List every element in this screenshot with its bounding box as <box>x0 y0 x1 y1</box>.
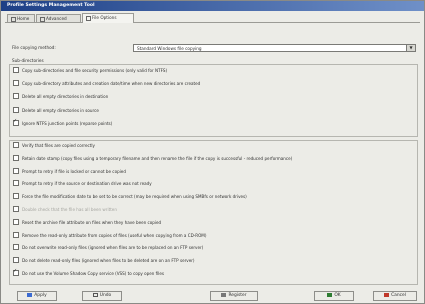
option-row[interactable]: Do not use the Volume Shadow Copy servic… <box>13 268 165 277</box>
apply-icon <box>27 292 33 297</box>
option-row[interactable]: Ignore NTFS junction points (reparse poi… <box>13 118 113 127</box>
file-options-icon <box>86 15 91 21</box>
copying-method-value: Standard Windows file copying <box>137 46 202 51</box>
option-row[interactable]: Reset the archive file attribute on file… <box>13 218 162 226</box>
option-row[interactable]: Prompt to retry if the source or destina… <box>13 180 152 187</box>
option-label: Do not use the Volume Shadow Copy servic… <box>22 271 165 276</box>
home-icon <box>11 16 16 22</box>
option-row[interactable]: Double check that the file has all been … <box>13 206 117 213</box>
option-row[interactable]: Remove the read-only attribute from copi… <box>13 231 207 239</box>
option-checkbox[interactable] <box>13 257 19 264</box>
register-button[interactable]: Register <box>210 291 258 301</box>
option-checkbox[interactable] <box>13 154 19 161</box>
option-checkbox[interactable] <box>13 244 19 251</box>
option-label: Do not delete read-only files (ignored w… <box>22 258 195 264</box>
option-label: Ignore NTFS junction points (reparse poi… <box>22 120 113 126</box>
option-label: Retain date stamp (copy files using a te… <box>22 155 293 161</box>
apply-button[interactable]: Apply <box>17 291 57 301</box>
chevron-down-icon[interactable]: ▼ <box>406 45 415 51</box>
option-checkbox[interactable] <box>13 193 19 200</box>
option-checkbox[interactable] <box>13 67 19 73</box>
option-checkbox[interactable] <box>13 206 19 212</box>
tab-file-options[interactable]: File Options <box>82 13 134 23</box>
option-checkbox[interactable] <box>13 106 19 113</box>
cancel-button[interactable]: Cancel <box>373 291 417 301</box>
option-checkbox[interactable] <box>13 142 19 148</box>
option-label: Reset the archive file attribute on file… <box>22 219 162 225</box>
title-bar[interactable]: Profile Settings Management Tool <box>1 1 424 11</box>
copying-method-label: File copying method: <box>12 45 56 50</box>
option-label: Prompt to retry if the source or destina… <box>22 181 152 187</box>
option-checkbox[interactable] <box>13 268 19 276</box>
option-checkbox[interactable] <box>13 231 19 238</box>
option-row[interactable]: Copy sub-directories and file security p… <box>13 67 168 74</box>
option-label: Delete all empty directories in destinat… <box>22 94 109 100</box>
tab-advanced[interactable]: Advanced <box>36 14 81 22</box>
option-row[interactable]: Verify that files are copied correctly <box>13 142 95 149</box>
option-label: Force the file modification date to be s… <box>22 194 247 200</box>
copying-method-select[interactable]: Standard Windows file copying ▼ <box>133 44 416 52</box>
option-label: Remove the read-only attribute from copi… <box>22 232 207 238</box>
cancel-icon <box>384 292 390 297</box>
option-row[interactable]: Force the file modification date to be s… <box>13 193 247 200</box>
option-row[interactable]: Copy sub-directory attributes and creati… <box>13 80 201 87</box>
option-checkbox[interactable] <box>13 118 19 126</box>
option-row[interactable]: Delete all empty directories in destinat… <box>13 93 109 100</box>
tab-home[interactable]: Home <box>7 14 35 22</box>
option-label: Delete all empty directories in source <box>22 107 99 113</box>
option-label: Prompt to retry if file is locked or can… <box>22 168 126 174</box>
advanced-icon <box>40 16 45 22</box>
window-title: Profile Settings Management Tool <box>7 3 95 8</box>
option-row[interactable]: Retain date stamp (copy files using a te… <box>13 154 293 162</box>
option-checkbox[interactable] <box>13 93 19 100</box>
option-checkbox[interactable] <box>13 180 19 187</box>
undo-icon <box>92 292 98 297</box>
option-row[interactable]: Do not overwrite read-only files (ignore… <box>13 244 204 251</box>
option-checkbox[interactable] <box>13 80 19 87</box>
option-checkbox[interactable] <box>13 167 19 174</box>
tab-strip: Home Advanced File Options <box>5 13 420 23</box>
option-label: Copy sub-directory attributes and creati… <box>22 81 201 87</box>
undo-button[interactable]: Undo <box>82 291 122 301</box>
register-icon <box>221 292 227 297</box>
section-title: Sub-directories <box>12 58 44 63</box>
option-label: Do not overwrite read-only files (ignore… <box>22 245 204 251</box>
option-row[interactable]: Delete all empty directories in source <box>13 106 99 114</box>
settings-window: Profile Settings Management Tool Home Ad… <box>0 0 425 304</box>
option-row[interactable]: Prompt to retry if file is locked or can… <box>13 167 126 175</box>
option-checkbox[interactable] <box>13 218 19 225</box>
check-icon <box>327 292 333 297</box>
option-label: Copy sub-directories and file security p… <box>22 68 168 73</box>
option-label: Double check that the file has all been … <box>22 207 117 212</box>
ok-button[interactable]: OK <box>314 291 354 301</box>
option-row[interactable]: Do not delete read-only files (ignored w… <box>13 257 195 264</box>
option-label: Verify that files are copied correctly <box>22 143 95 148</box>
